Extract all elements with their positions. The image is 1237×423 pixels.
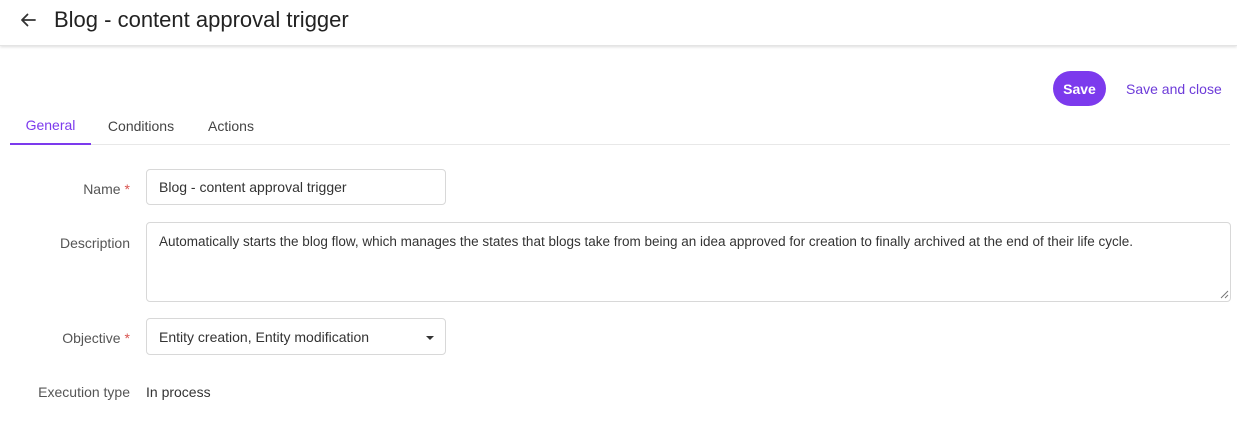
name-label-row: Name *	[83, 181, 130, 197]
objective-label: Objective	[62, 330, 121, 346]
description-label: Description	[59, 235, 130, 251]
execution-type-value: In process	[146, 384, 211, 400]
name-field[interactable]	[146, 169, 446, 205]
description-field[interactable]: Automatically starts the blog flow, whic…	[146, 222, 1231, 302]
objective-selected-value: Entity creation, Entity modification	[159, 329, 370, 345]
objective-label-row: Objective *	[62, 330, 130, 346]
back-button[interactable]	[16, 8, 40, 32]
objective-select[interactable]: Entity creation, Entity modification	[146, 318, 446, 355]
page-header: Blog - content approval trigger	[0, 0, 1237, 46]
tab-conditions[interactable]: Conditions	[99, 107, 183, 145]
tab-actions[interactable]: Actions	[200, 107, 262, 145]
required-mark: *	[124, 181, 130, 197]
execution-type-label: Execution type	[38, 384, 130, 400]
save-button[interactable]: Save	[1053, 71, 1106, 106]
page-title: Blog - content approval trigger	[54, 7, 349, 32]
caret-down-icon	[426, 336, 434, 340]
resize-grip-icon[interactable]	[1220, 290, 1229, 299]
tab-general[interactable]: General	[10, 107, 91, 145]
required-mark: *	[124, 330, 130, 346]
save-and-close-button[interactable]: Save and close	[1126, 79, 1222, 99]
name-label: Name	[83, 181, 121, 197]
tab-bar: General Conditions Actions	[10, 107, 1230, 145]
arrow-left-icon	[21, 13, 36, 27]
